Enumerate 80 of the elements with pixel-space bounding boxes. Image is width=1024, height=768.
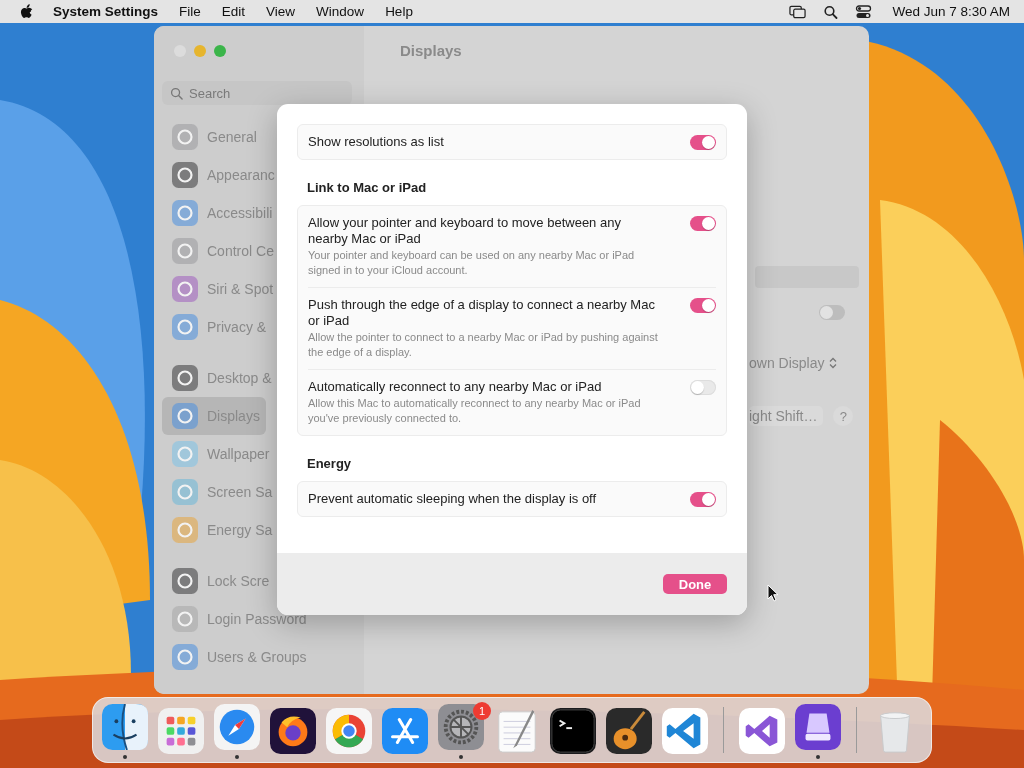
help-button[interactable]: ? (833, 406, 854, 426)
settings-icon (172, 314, 198, 340)
toggle-switch[interactable] (690, 380, 716, 395)
sidebar-item[interactable]: Desktop & (162, 359, 278, 397)
face-app-icon[interactable] (102, 703, 148, 750)
sidebar-item[interactable]: Users & Groups (162, 638, 313, 676)
store-app-icon[interactable] (382, 708, 428, 754)
search-field[interactable]: Search (162, 81, 352, 105)
sidebar-item[interactable]: Lock Scre (162, 562, 276, 600)
running-indicator (816, 754, 820, 759)
display-popup[interactable]: own Display (749, 355, 838, 371)
toggle-switch[interactable] (690, 216, 716, 231)
section-heading: Energy (307, 456, 353, 471)
section-heading: Link to Mac or iPad (307, 180, 428, 195)
menu-item[interactable]: Edit (221, 4, 246, 19)
window-title: Displays (400, 42, 462, 59)
guitar-app-icon[interactable] (606, 708, 652, 754)
settings-icon (172, 606, 198, 632)
sidebar-item[interactable]: Login Password (162, 600, 313, 638)
studio-app-icon[interactable] (739, 708, 785, 754)
menu-item[interactable]: View (266, 4, 296, 19)
settings-icon (172, 441, 198, 467)
running-indicator (123, 754, 127, 759)
toggle-switch[interactable] (690, 135, 716, 150)
sidebar-item[interactable]: Screen Sa (162, 473, 279, 511)
settings-icon (172, 200, 198, 226)
settings-icon (172, 517, 198, 543)
menu-item[interactable]: Help (385, 4, 413, 19)
setting-label: Automatically reconnect to any nearby Mac or iPad (308, 379, 603, 395)
settings-icon (172, 365, 198, 391)
settings-icon (172, 124, 198, 150)
settings-icon (172, 644, 198, 670)
setting-label: Push through the edge of a display to connect a nearby Mac or iPad (308, 297, 656, 329)
setting-description: Allow this Mac to automatically reconnect to any nearby Mac or iPad you've previously connected to. (308, 396, 642, 426)
running-indicator (459, 754, 463, 759)
sidebar-item[interactable]: Privacy & (162, 308, 273, 346)
sidebar-item[interactable]: General (162, 118, 263, 156)
menu-item[interactable]: File (179, 4, 201, 19)
pointer-icon (767, 584, 779, 602)
menu-item[interactable]: Window (316, 4, 365, 19)
menu-bar-clock[interactable]: Wed Jun 7 8:30 AM (892, 4, 1010, 19)
notification-badge: 1 (473, 702, 491, 720)
running-indicator (235, 754, 239, 759)
night-shift-button[interactable]: ight Shift… (749, 406, 824, 426)
screen-mirroring-icon[interactable] (789, 4, 807, 19)
wheel-app-icon[interactable] (326, 708, 372, 754)
done-button[interactable]: Done (663, 574, 727, 594)
setting-description: Allow the pointer to connect to a nearby Mac or iPad by pushing against the edge of a display. (308, 330, 659, 360)
sidebar-item[interactable]: Wallpaper (162, 435, 276, 473)
toggle-switch[interactable] (690, 298, 716, 313)
setting-description: Your pointer and keyboard can be used on any nearby Mac or iPad signed in to your iCloud account. (308, 248, 636, 278)
updown-chevron-icon (829, 357, 838, 369)
grid-app-icon[interactable] (158, 708, 204, 754)
device-app-icon[interactable] (795, 703, 841, 750)
apple-logo-icon[interactable] (20, 4, 33, 19)
settings-icon (172, 568, 198, 594)
settings-icon (172, 276, 198, 302)
fox-app-icon[interactable] (270, 708, 316, 754)
settings-icon (172, 238, 198, 264)
settings-icon (172, 479, 198, 505)
sidebar-item[interactable]: Control Ce (162, 232, 280, 270)
app-menu[interactable]: System Settings (53, 4, 159, 19)
settings-icon (172, 403, 198, 429)
compass-app-icon[interactable] (214, 703, 260, 750)
sidebar-item[interactable]: Siri & Spot (162, 270, 280, 308)
toggle-switch[interactable] (690, 492, 716, 507)
terminal-app-icon[interactable] (550, 708, 596, 754)
search-icon[interactable] (822, 4, 840, 19)
sidebar-item[interactable]: Appearanc (162, 156, 281, 194)
sidebar-item[interactable]: Accessibili (162, 194, 279, 232)
toggle-switch[interactable] (819, 305, 845, 320)
sidebar-item[interactable]: Energy Sa (162, 511, 279, 549)
setting-label: Prevent automatic sleeping when the display is off (308, 491, 598, 507)
settings-icon (172, 162, 198, 188)
control-center-icon[interactable] (855, 4, 873, 19)
setting-label: Allow your pointer and keyboard to move between any nearby Mac or iPad (308, 215, 622, 247)
search-icon (170, 87, 183, 100)
setting-label: Show resolutions as list (308, 134, 445, 150)
code-app-icon[interactable] (662, 708, 708, 754)
gear-app-icon[interactable] (438, 703, 484, 750)
